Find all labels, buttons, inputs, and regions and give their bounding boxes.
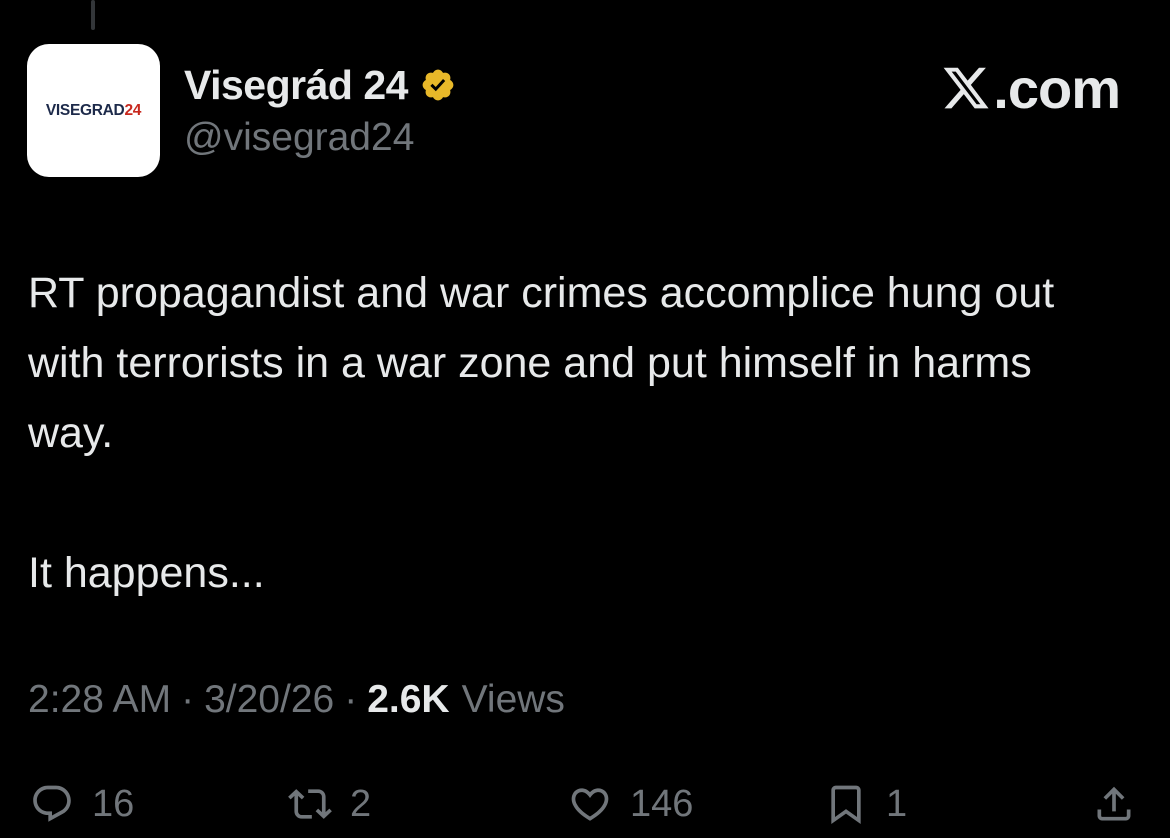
author-handle[interactable]: @visegrad24	[184, 116, 414, 160]
bookmark-icon	[831, 785, 861, 825]
heart-icon	[571, 788, 609, 821]
meta-separator: ·	[181, 678, 195, 721]
like-button[interactable]: 146	[568, 775, 693, 833]
avatar-logo: VISEGRAD24	[45, 101, 142, 120]
display-name[interactable]: Visegrád 24	[184, 62, 408, 109]
reply-count: 16	[92, 782, 135, 825]
avatar-logo-text: VISEGRAD	[45, 101, 125, 119]
share-icon	[1097, 786, 1131, 821]
brand-domain-suffix: .com	[993, 56, 1121, 120]
repost-count: 2	[350, 782, 372, 825]
brand-watermark: .com	[941, 56, 1121, 120]
tweet-paragraph: It happens...	[28, 549, 265, 597]
bookmark-button[interactable]: 1	[824, 775, 907, 833]
views-count: 2.6K	[367, 678, 450, 721]
avatar-logo-accent: 24	[124, 101, 142, 119]
like-count: 146	[630, 782, 694, 825]
tweet-date[interactable]: 3/20/26	[204, 678, 334, 722]
tweet-body: RT propagandist and war crimes accomplic…	[28, 258, 1128, 608]
share-button[interactable]	[1092, 775, 1136, 833]
repost-button[interactable]: 2	[288, 775, 371, 833]
views-label: Views	[461, 678, 565, 721]
reply-icon	[33, 785, 71, 822]
tweet-metadata: 2:28 AM · 3/20/26 · 2.6K Views	[28, 678, 565, 722]
x-logo-icon	[943, 67, 989, 109]
bookmark-count: 1	[886, 782, 908, 825]
verified-badge-icon[interactable]	[420, 67, 456, 103]
repost-icon	[288, 789, 332, 819]
meta-separator: ·	[344, 678, 358, 721]
reply-button[interactable]: 16	[30, 775, 134, 833]
avatar[interactable]: VISEGRAD24	[27, 44, 160, 177]
thread-connector-line	[91, 0, 95, 30]
tweet-time[interactable]: 2:28 AM	[28, 678, 171, 722]
action-bar: 16 2 146 1	[0, 775, 1170, 833]
author-name-row: Visegrád 24	[184, 60, 456, 110]
tweet-paragraph: RT propagandist and war crimes accomplic…	[28, 269, 1067, 457]
